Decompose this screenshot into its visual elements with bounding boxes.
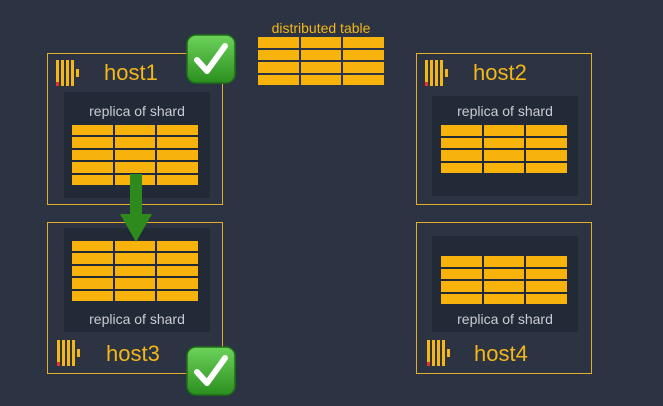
table-cell bbox=[483, 125, 525, 136]
table-cell bbox=[441, 256, 482, 267]
host4-name: host4 bbox=[474, 341, 528, 366]
table-cell bbox=[72, 137, 113, 148]
host3-shard-table bbox=[72, 241, 198, 301]
table-cell bbox=[441, 125, 482, 136]
table-cell bbox=[157, 241, 198, 252]
table-cell bbox=[441, 293, 482, 304]
table-cell bbox=[258, 74, 299, 85]
table-cell bbox=[343, 62, 384, 73]
table-cell bbox=[72, 125, 113, 136]
table-cell bbox=[72, 241, 113, 252]
table-cell bbox=[300, 74, 342, 85]
table-cell bbox=[114, 162, 156, 173]
table-cell bbox=[157, 137, 198, 148]
table-cell bbox=[157, 174, 198, 185]
host4-shard-table bbox=[441, 256, 567, 304]
check-icon bbox=[186, 346, 236, 396]
table-cell bbox=[343, 37, 384, 48]
table-cell bbox=[114, 149, 156, 161]
table-cell bbox=[526, 268, 567, 279]
table-cell bbox=[483, 293, 525, 304]
table-cell bbox=[526, 162, 567, 173]
table-cell bbox=[157, 125, 198, 136]
table-cell bbox=[483, 281, 525, 292]
table-cell bbox=[72, 278, 113, 289]
table-cell bbox=[441, 150, 482, 161]
table-cell bbox=[114, 290, 156, 301]
table-cell bbox=[441, 137, 482, 148]
table-cell bbox=[526, 281, 567, 292]
table-cell bbox=[526, 137, 567, 148]
table-cell bbox=[157, 253, 198, 264]
table-cell bbox=[483, 162, 525, 173]
table-cell bbox=[343, 74, 384, 85]
table-cell bbox=[72, 174, 113, 185]
arrow-down-icon bbox=[120, 174, 152, 242]
table-cell bbox=[300, 62, 342, 73]
table-cell bbox=[300, 37, 342, 48]
table-cell bbox=[157, 149, 198, 161]
table-cell bbox=[483, 268, 525, 279]
distributed-table-label: distributed table bbox=[271, 20, 371, 36]
table-cell bbox=[343, 49, 384, 60]
table-cell bbox=[258, 49, 299, 60]
table-cell bbox=[157, 265, 198, 277]
table-cell bbox=[72, 290, 113, 301]
table-cell bbox=[441, 162, 482, 173]
table-cell bbox=[114, 265, 156, 277]
host3-shard-label: replica of shard bbox=[89, 311, 185, 327]
table-cell bbox=[483, 256, 525, 267]
clickhouse-logo-icon bbox=[56, 60, 79, 86]
table-cell bbox=[114, 253, 156, 264]
table-cell bbox=[157, 278, 198, 289]
check-icon bbox=[186, 34, 236, 84]
table-cell bbox=[114, 137, 156, 148]
clickhouse-logo-icon bbox=[427, 340, 450, 366]
replication-diagram: distributed table host1 replica of shard bbox=[0, 0, 663, 406]
table-cell bbox=[258, 37, 299, 48]
table-cell bbox=[72, 265, 113, 277]
table-cell bbox=[72, 162, 113, 173]
table-cell bbox=[526, 293, 567, 304]
table-cell bbox=[157, 162, 198, 173]
table-cell bbox=[157, 290, 198, 301]
table-cell bbox=[258, 62, 299, 73]
clickhouse-logo-icon bbox=[425, 60, 448, 86]
table-cell bbox=[72, 253, 113, 264]
table-cell bbox=[483, 150, 525, 161]
table-cell bbox=[526, 256, 567, 267]
host2-shard-label: replica of shard bbox=[457, 103, 553, 119]
table-cell bbox=[526, 125, 567, 136]
host2-name: host2 bbox=[473, 60, 527, 85]
host4-shard-label: replica of shard bbox=[457, 311, 553, 327]
distributed-table bbox=[258, 37, 384, 85]
table-cell bbox=[114, 278, 156, 289]
host3-name: host3 bbox=[106, 341, 160, 366]
table-cell bbox=[441, 281, 482, 292]
host2-shard-table bbox=[441, 125, 567, 173]
host1-name: host1 bbox=[104, 60, 158, 85]
host1-shard-label: replica of shard bbox=[89, 103, 185, 119]
table-cell bbox=[526, 150, 567, 161]
clickhouse-logo-icon bbox=[57, 340, 80, 366]
table-cell bbox=[300, 49, 342, 60]
table-cell bbox=[441, 268, 482, 279]
table-cell bbox=[114, 125, 156, 136]
table-cell bbox=[483, 137, 525, 148]
table-cell bbox=[72, 149, 113, 161]
